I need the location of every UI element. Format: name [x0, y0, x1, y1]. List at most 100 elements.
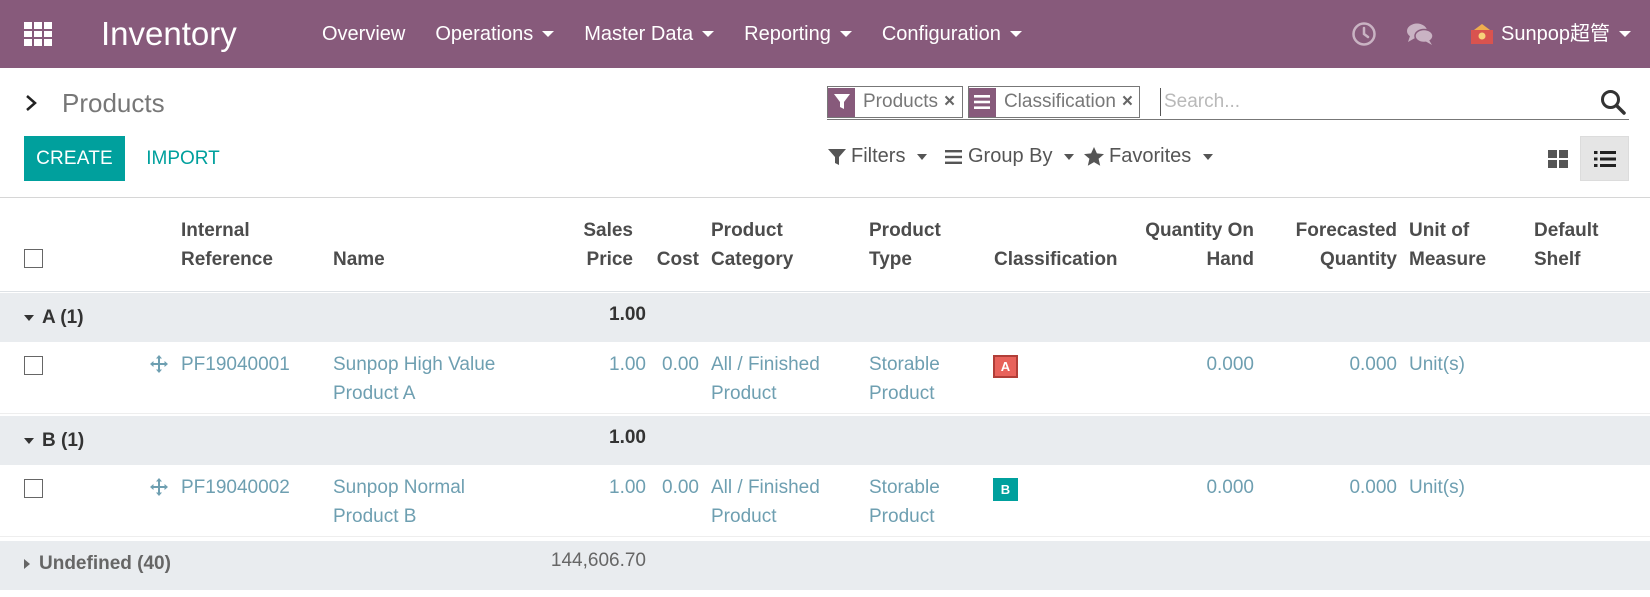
favorites-label: Favorites — [1109, 145, 1192, 167]
breadcrumb: Products — [24, 88, 165, 118]
col-product-category[interactable]: Product Category — [711, 216, 793, 274]
cell-product-category: All / Finished Product — [711, 354, 820, 404]
kanban-icon — [1548, 149, 1568, 168]
cell-product-type: Storable Product — [869, 477, 940, 527]
caret-down-icon — [702, 31, 715, 37]
col-unit-of-measure[interactable]: Unit of Measure — [1409, 216, 1486, 274]
col-classification[interactable]: Classification — [994, 245, 1118, 274]
star-icon — [1084, 147, 1104, 166]
col-internal-reference[interactable]: Internal Reference — [181, 216, 273, 274]
page-title: Products — [62, 88, 165, 118]
caret-right-icon — [24, 559, 30, 569]
menu-configuration-label: Configuration — [881, 23, 1001, 45]
drag-handle-icon[interactable] — [149, 477, 169, 497]
row-checkbox[interactable] — [24, 356, 43, 375]
cell-name: Sunpop High Value Product A — [333, 354, 496, 404]
col-product-type[interactable]: Product Type — [869, 216, 941, 274]
avatar — [1471, 24, 1493, 44]
col-quantity-on-hand[interactable]: Quantity On Hand — [1120, 216, 1254, 274]
group-sum: 1.00 — [609, 427, 646, 448]
col-sales-price[interactable]: Sales Price — [560, 216, 633, 274]
row-checkbox[interactable] — [24, 479, 43, 498]
user-menu[interactable]: Sunpop超管 — [1471, 20, 1631, 48]
chevron-right-icon[interactable] — [24, 94, 40, 112]
drag-handle-icon[interactable] — [149, 354, 169, 374]
caret-down-icon — [542, 31, 555, 37]
favorites-dropdown[interactable]: Favorites — [1083, 145, 1214, 168]
groupby-dropdown[interactable]: Group By — [944, 145, 1075, 168]
filters-dropdown[interactable]: Filters — [827, 145, 928, 168]
table-row[interactable]: PF19040001 Sunpop High Value Product A 1.… — [0, 342, 1650, 414]
group-label: B (1) — [24, 430, 84, 452]
filter-facet[interactable]: Products × — [827, 86, 963, 118]
select-all-checkbox[interactable] — [24, 249, 43, 268]
create-button[interactable]: CREATE — [24, 136, 125, 181]
group-row-b[interactable]: B (1) 1.00 — [0, 416, 1650, 465]
search-icon[interactable] — [1600, 89, 1626, 115]
caret-down-icon — [839, 31, 852, 37]
funnel-icon — [828, 87, 855, 117]
chat-icon[interactable] — [1406, 21, 1434, 47]
cell-product-type: Storable Product — [869, 354, 940, 404]
funnel-icon — [828, 148, 846, 165]
close-icon[interactable]: × — [944, 91, 961, 113]
search-bar: Products × Classification × — [827, 86, 1629, 120]
cell-name: Sunpop Normal Product B — [333, 477, 466, 527]
main-menu: Overview Operations Master Data Reportin… — [322, 20, 1052, 48]
groupby-label: Group By — [968, 145, 1053, 167]
kanban-view-button[interactable] — [1536, 136, 1580, 181]
caret-down-icon — [24, 438, 34, 444]
groupby-facet-label: Classification — [1003, 91, 1116, 112]
classification-badge: A — [993, 355, 1018, 378]
list-icon — [969, 87, 996, 117]
menu-master-data[interactable]: Master Data — [584, 20, 715, 48]
cell-quantity-on-hand: 0.000 — [1206, 477, 1254, 498]
menu-reporting-label: Reporting — [744, 23, 831, 45]
cell-cost: 0.00 — [662, 477, 699, 498]
groupby-facet[interactable]: Classification × — [968, 86, 1140, 118]
filter-facet-label: Products — [863, 91, 938, 112]
menu-configuration[interactable]: Configuration — [882, 20, 1022, 48]
app-name[interactable]: Inventory — [101, 14, 237, 54]
caret-down-icon — [917, 153, 928, 160]
cell-internal-reference: PF19040001 — [181, 354, 290, 375]
caret-down-icon — [1203, 153, 1214, 160]
filters-label: Filters — [851, 145, 906, 167]
group-sum: 144,606.70 — [550, 550, 646, 571]
list-icon — [945, 149, 962, 164]
col-forecasted-quantity[interactable]: Forecasted Quantity — [1270, 216, 1397, 274]
menu-master-data-label: Master Data — [584, 23, 694, 45]
caret-down-icon — [1009, 31, 1022, 37]
col-default-shelf[interactable]: Default Shelf — [1534, 216, 1598, 274]
cell-product-category: All / Finished Product — [711, 477, 820, 527]
caret-down-icon — [1064, 153, 1075, 160]
cell-sales-price: 1.00 — [609, 354, 646, 375]
list-view-button[interactable] — [1580, 136, 1629, 181]
apps-grid-icon[interactable] — [24, 22, 52, 46]
group-row-undefined[interactable]: Undefined (40) 144,606.70 — [0, 541, 1650, 590]
import-button[interactable]: IMPORT — [140, 136, 226, 181]
menu-overview[interactable]: Overview — [322, 20, 405, 48]
col-name[interactable]: Name — [333, 245, 385, 274]
cell-sales-price: 1.00 — [609, 477, 646, 498]
group-label: Undefined (40) — [24, 553, 171, 575]
cell-forecasted-quantity: 0.000 — [1349, 354, 1397, 375]
divider — [0, 197, 1650, 198]
menu-reporting[interactable]: Reporting — [744, 20, 852, 48]
list-view-icon — [1593, 150, 1616, 167]
cell-unit-of-measure: Unit(s) — [1409, 354, 1465, 375]
cell-unit-of-measure: Unit(s) — [1409, 477, 1465, 498]
search-input[interactable] — [1160, 88, 1580, 116]
user-name: Sunpop超管 — [1501, 23, 1610, 45]
group-row-a[interactable]: A (1) 1.00 — [0, 293, 1650, 342]
caret-down-icon — [24, 315, 34, 321]
caret-down-icon — [1618, 31, 1631, 37]
clock-icon[interactable] — [1351, 21, 1377, 47]
classification-badge: B — [993, 478, 1018, 501]
close-icon[interactable]: × — [1122, 91, 1139, 113]
top-navbar: Inventory Overview Operations Master Dat… — [0, 0, 1650, 68]
table-row[interactable]: PF19040002 Sunpop Normal Product B 1.00 0… — [0, 465, 1650, 537]
menu-operations[interactable]: Operations — [435, 20, 555, 48]
group-label: A (1) — [24, 307, 84, 329]
col-cost[interactable]: Cost — [640, 245, 699, 274]
